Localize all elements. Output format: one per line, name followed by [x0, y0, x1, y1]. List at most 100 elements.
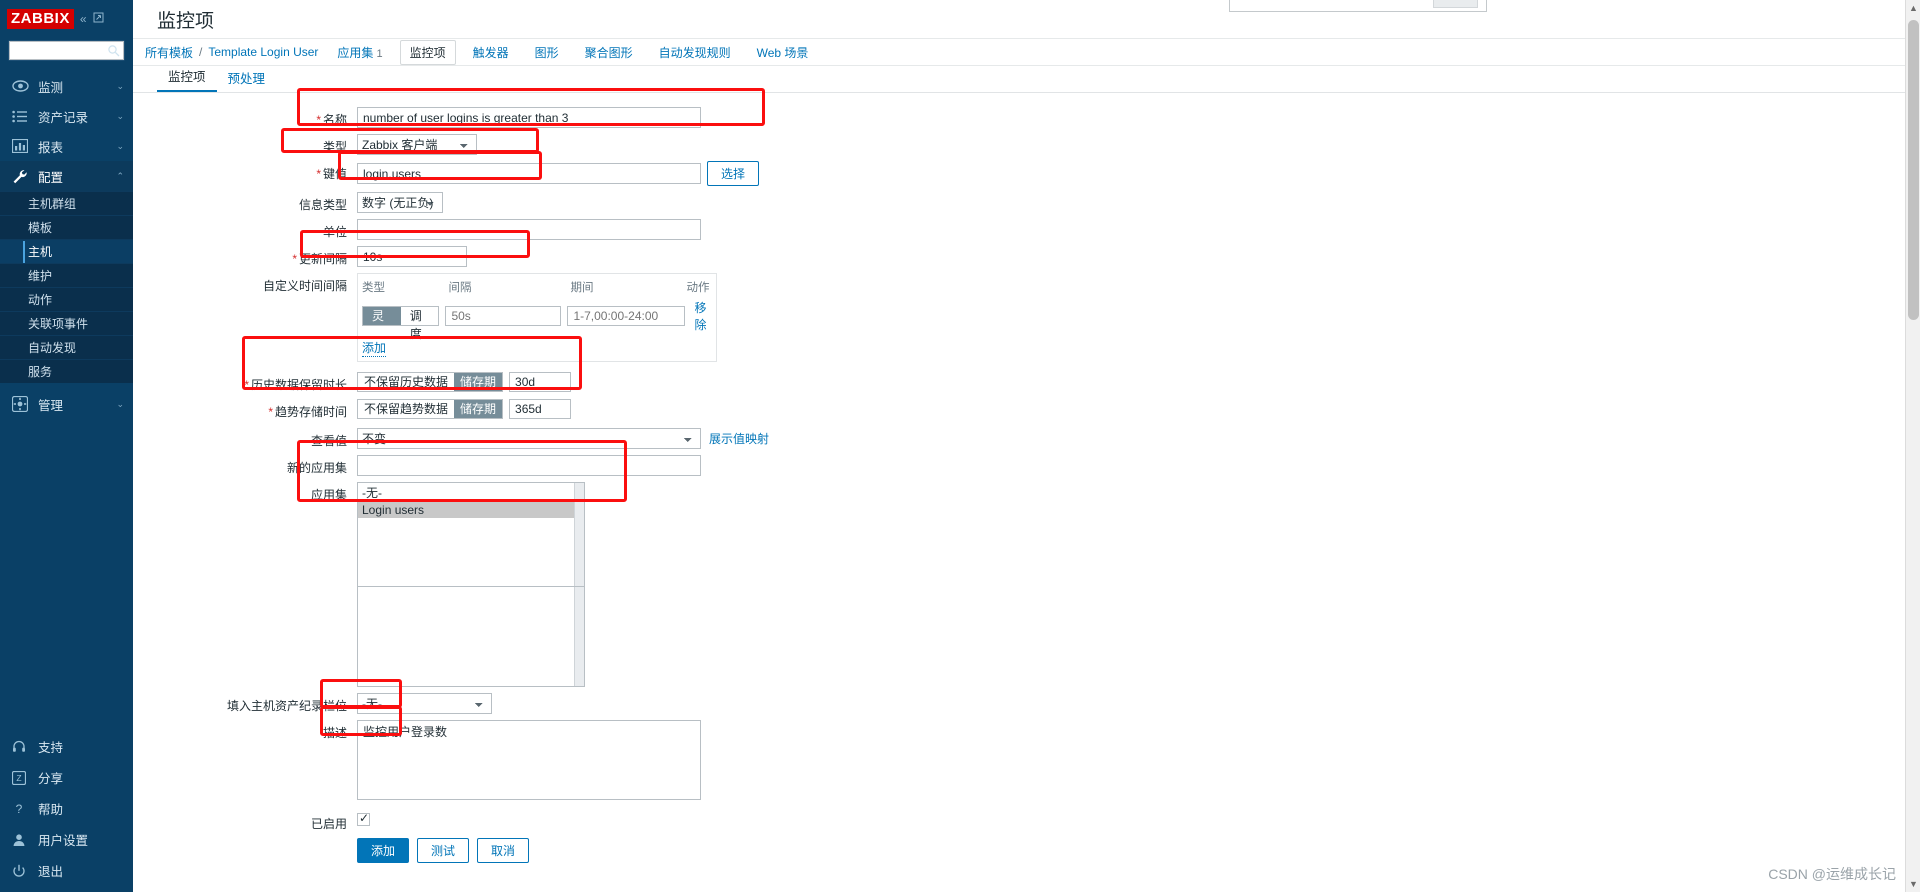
sidebar-item-signout[interactable]: 退出 — [0, 855, 133, 886]
label-text: 查看值 — [310, 434, 347, 448]
value-map-select[interactable]: 不变 — [357, 428, 701, 449]
sidebar-item-actions[interactable]: 动作 — [0, 287, 133, 311]
custom-interval-row: 灵活 调度 移除 — [358, 299, 716, 341]
application-option-login-users[interactable]: Login users — [358, 502, 584, 518]
sidebar-item-label: 支持 — [38, 741, 64, 755]
expand-icon[interactable] — [93, 12, 104, 26]
sidebar-item-label: 退出 — [38, 865, 64, 879]
sidebar-item-templates[interactable]: 模板 — [0, 215, 133, 239]
chevron-down-icon: ⌄ — [116, 398, 124, 409]
breadcrumb-tab-web-scenarios[interactable]: Web 场景 — [748, 41, 818, 64]
trends-mode-storage[interactable]: 储存期 — [454, 400, 503, 418]
scroll-up-arrow[interactable]: ▲ — [1909, 3, 1918, 13]
breadcrumb-tab-graphs[interactable]: 图形 — [526, 41, 568, 64]
required-marker: * — [292, 252, 297, 266]
applications-scrollbar[interactable] — [574, 483, 584, 586]
zabbix-logo[interactable]: ZABBIX — [7, 8, 74, 30]
applications-listbox-extension[interactable] — [357, 587, 585, 687]
type-select[interactable]: Zabbix 客户端 — [357, 134, 477, 155]
sidebar-logo-row: ZABBIX « — [0, 0, 133, 38]
show-value-mappings-link[interactable]: 展示值映射 — [709, 430, 769, 447]
trends-value-input[interactable] — [509, 399, 572, 419]
search-icon[interactable] — [107, 44, 120, 57]
field-unit — [357, 219, 1920, 240]
required-marker: * — [244, 378, 249, 392]
sidebar-item-discovery[interactable]: 自动发现 — [0, 335, 133, 359]
sidebar-item-label: 管理 — [38, 398, 64, 413]
sidebar-item-event-correlation[interactable]: 关联项事件 — [0, 311, 133, 335]
trends-mode-toggle[interactable]: 不保留趋势数据 储存期 — [357, 399, 504, 419]
test-button[interactable]: 测试 — [417, 838, 470, 863]
history-value-input[interactable] — [509, 372, 572, 392]
breadcrumb-separator: / — [199, 45, 203, 59]
sidebar-item-support[interactable]: 支持 — [0, 731, 133, 762]
new-application-input[interactable] — [357, 455, 701, 476]
sidebar-subitem-label: 服务 — [28, 365, 53, 379]
breadcrumb-template-name[interactable]: Template Login User — [206, 45, 320, 59]
sidebar-item-user-settings[interactable]: 用户设置 — [0, 824, 133, 855]
sidebar-item-help[interactable]: ? 帮助 — [0, 793, 133, 824]
sidebar-item-configuration[interactable]: 配置 ⌃ — [0, 161, 133, 191]
breadcrumb-all-templates[interactable]: 所有模板 — [143, 44, 195, 61]
info-type-select[interactable]: 数字 (无正负) — [357, 192, 443, 213]
breadcrumb-tab-label: 自动发现规则 — [658, 45, 731, 60]
enabled-checkbox[interactable] — [357, 811, 370, 827]
history-mode-storage[interactable]: 储存期 — [454, 373, 503, 391]
cancel-button[interactable]: 取消 — [477, 838, 530, 863]
tab-preprocessing[interactable]: 预处理 — [217, 65, 277, 92]
key-input[interactable] — [357, 163, 701, 184]
form-row-type: 类型 Zabbix 客户端 — [133, 134, 1920, 155]
breadcrumb-tab-applications[interactable]: 应用集 1 — [328, 41, 391, 64]
scrollbar-thumb[interactable] — [1908, 20, 1919, 320]
breadcrumb-tab-discovery-rules[interactable]: 自动发现规则 — [650, 41, 740, 64]
application-option-none[interactable]: -无- — [358, 483, 584, 502]
description-textarea[interactable]: 监控用户登录数 — [357, 720, 701, 800]
label-text: 信息类型 — [298, 198, 347, 212]
field-value-map: 不变 展示值映射 — [357, 428, 1920, 449]
breadcrumb-tab-screens[interactable]: 聚合图形 — [576, 41, 642, 64]
sidebar-item-inventory[interactable]: 资产记录 ⌄ — [0, 101, 133, 131]
scroll-down-arrow[interactable]: ▼ — [1909, 879, 1918, 889]
breadcrumb-tab-items[interactable]: 监控项 — [399, 39, 456, 65]
sidebar-footer: 支持 Z 分享 ? 帮助 用户设置 退出 — [0, 731, 133, 886]
applications-listbox[interactable]: -无- Login users — [357, 482, 585, 587]
custom-period-input[interactable] — [567, 306, 686, 326]
inventory-field-select[interactable]: -无- — [357, 693, 492, 714]
breadcrumb-tab-triggers[interactable]: 触发器 — [464, 41, 518, 64]
page-scrollbar[interactable]: ▲ ▼ — [1905, 0, 1920, 892]
history-mode-toggle[interactable]: 不保留历史数据 储存期 — [357, 372, 504, 392]
sidebar-item-host-groups[interactable]: 主机群组 — [0, 191, 133, 215]
trends-mode-off[interactable]: 不保留趋势数据 — [358, 400, 455, 418]
custom-interval-input[interactable] — [445, 306, 562, 326]
add-button[interactable]: 添加 — [357, 838, 410, 863]
label-text: 类型 — [322, 140, 347, 154]
sidebar-item-administration[interactable]: 管理 ⌄ — [0, 389, 133, 419]
label-text: 趋势存储时间 — [274, 405, 347, 419]
top-overlay-button[interactable] — [1433, 0, 1478, 8]
sidebar-item-label: 分享 — [38, 772, 64, 786]
sidebar-item-maintenance[interactable]: 维护 — [0, 263, 133, 287]
form-row-value-map: 查看值 不变 展示值映射 — [133, 428, 1920, 449]
update-interval-input[interactable] — [357, 246, 467, 267]
key-select-button[interactable]: 选择 — [707, 161, 760, 186]
label-text: 已启用 — [310, 817, 347, 831]
sidebar-item-monitoring[interactable]: 监测 ⌄ — [0, 71, 133, 101]
sidebar-item-hosts[interactable]: 主机 — [0, 239, 133, 263]
name-input[interactable] — [357, 107, 701, 128]
remove-interval-button[interactable]: 移除 — [694, 299, 716, 333]
interval-type-toggle[interactable]: 灵活 调度 — [362, 306, 440, 341]
applications-scrollbar-extension[interactable] — [574, 587, 584, 686]
form-tabs: 监控项 预处理 — [133, 66, 1920, 93]
unit-input[interactable] — [357, 219, 701, 240]
sidebar-item-share[interactable]: Z 分享 — [0, 762, 133, 793]
sidebar-item-reports[interactable]: 报表 ⌄ — [0, 131, 133, 161]
tab-item[interactable]: 监控项 — [157, 63, 217, 92]
add-interval-button[interactable]: 添加 — [362, 339, 387, 357]
interval-type-flexible[interactable]: 灵活 — [363, 307, 401, 341]
history-mode-off[interactable]: 不保留历史数据 — [358, 373, 455, 391]
chevrons-left-icon[interactable]: « — [80, 12, 87, 26]
sidebar-item-services[interactable]: 服务 — [0, 359, 133, 383]
interval-type-scheduled[interactable]: 调度 — [400, 307, 439, 341]
search-box[interactable] — [8, 40, 125, 61]
chevron-down-icon: ⌄ — [116, 80, 124, 91]
